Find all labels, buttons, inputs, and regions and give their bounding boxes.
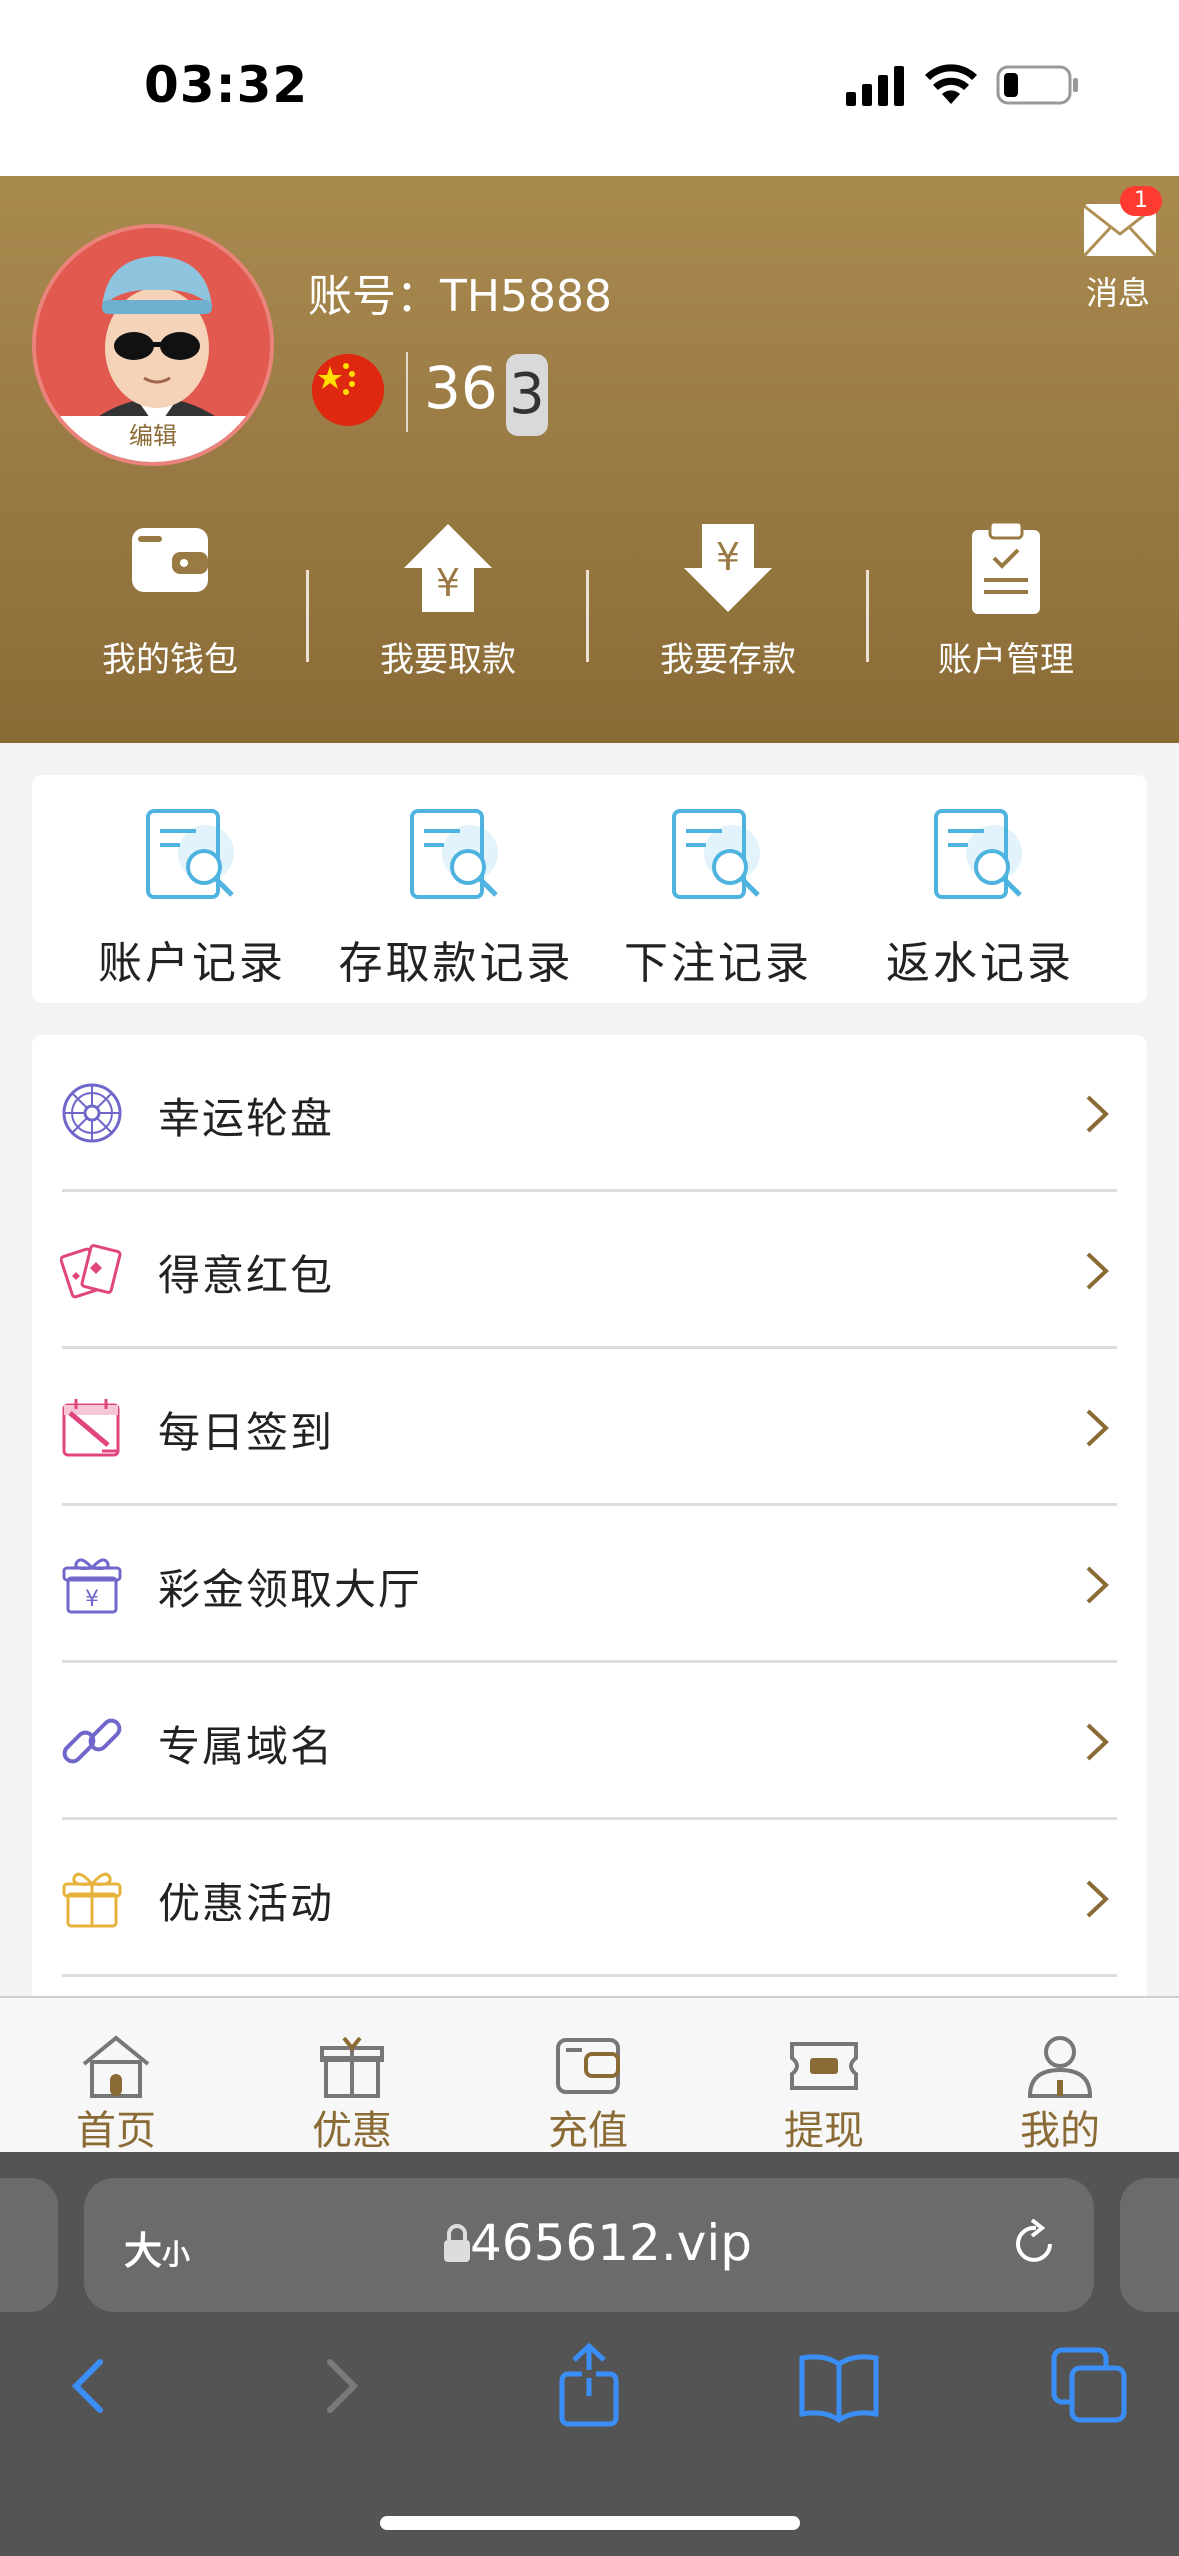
menu-item-promotions[interactable]: 优惠活动 — [32, 1820, 1147, 1977]
wallet-icon — [132, 528, 208, 592]
rebate-records-button[interactable]: 返水记录 — [850, 799, 1110, 989]
divider — [306, 570, 309, 662]
chevron-right-icon — [1086, 1252, 1109, 1290]
menu-item-label: 幸运轮盘 — [158, 1094, 335, 1143]
withdraw-label: 我要取款 — [380, 640, 516, 680]
divider — [62, 1974, 1117, 1977]
gift-icon — [320, 2036, 384, 2098]
deposit-label: 我要存款 — [660, 640, 796, 680]
avatar[interactable]: 编辑 — [32, 224, 274, 466]
menu-item-label: 每日签到 — [158, 1408, 335, 1457]
address-bar[interactable]: 大小 465612.vip — [84, 2178, 1094, 2312]
tab-home[interactable]: 首页 — [16, 1998, 216, 2154]
menu-item-bonus-hall[interactable]: ¥ 彩金领取大厅 — [32, 1506, 1147, 1663]
transfer-records-label: 存取款记录 — [338, 938, 574, 989]
document-search-icon — [410, 809, 498, 899]
bet-records-label: 下注记录 — [624, 938, 812, 989]
divider — [586, 570, 589, 662]
account-management-button[interactable]: 账户管理 — [906, 520, 1106, 680]
deposit-icon: ¥ — [684, 524, 772, 612]
withdraw-button[interactable]: ¥ 我要取款 — [348, 520, 548, 680]
tab-label: 提现 — [784, 2108, 864, 2154]
back-icon[interactable] — [42, 2340, 132, 2430]
clipboard-icon — [972, 520, 1040, 614]
account-records-label: 账户记录 — [98, 938, 286, 989]
home-indicator[interactable] — [380, 2516, 800, 2530]
transfer-records-button[interactable]: 存取款记录 — [326, 799, 586, 989]
red-envelope-icon — [60, 1244, 122, 1299]
messages-label[interactable]: 消息 — [1086, 268, 1150, 314]
rebate-records-label: 返水记录 — [886, 938, 1074, 989]
gift-icon — [62, 1872, 122, 1928]
bookmarks-icon[interactable] — [794, 2340, 884, 2430]
chevron-right-icon — [1086, 1723, 1109, 1761]
tab-withdraw[interactable]: 提现 — [724, 1998, 924, 2154]
tab-label: 我的 — [1020, 2108, 1100, 2154]
svg-text:¥: ¥ — [85, 1587, 99, 1612]
divider — [866, 570, 869, 662]
china-flag-icon — [312, 354, 384, 426]
tab-promotions[interactable]: 优惠 — [252, 1998, 452, 2154]
cash-icon — [790, 2042, 858, 2090]
document-search-icon — [146, 809, 234, 899]
deposit-button[interactable]: ¥ 我要存款 — [628, 520, 828, 680]
tab-label: 首页 — [76, 2108, 156, 2154]
bet-records-button[interactable]: 下注记录 — [588, 799, 848, 989]
withdraw-icon: ¥ — [404, 524, 492, 612]
tab-mine[interactable]: 我的 — [960, 1998, 1160, 2154]
tab-label: 优惠 — [312, 2108, 392, 2154]
svg-text:¥: ¥ — [716, 535, 740, 579]
previous-tab-preview[interactable] — [0, 2178, 58, 2312]
message-count-badge: 1 — [1120, 186, 1162, 216]
chevron-right-icon — [1086, 1095, 1109, 1133]
chevron-right-icon — [1086, 1409, 1109, 1447]
level-number: 36 — [424, 354, 498, 422]
menu-item-lucky-wheel[interactable]: 幸运轮盘 — [32, 1035, 1147, 1192]
wallet-icon — [556, 2038, 620, 2094]
svg-text:¥: ¥ — [436, 561, 460, 605]
wheel-icon — [62, 1083, 122, 1143]
divider — [406, 352, 408, 432]
account-records-button[interactable]: 账户记录 — [62, 799, 322, 989]
chevron-right-icon — [1086, 1566, 1109, 1604]
document-search-icon — [672, 809, 760, 899]
forward-icon[interactable] — [296, 2340, 386, 2430]
bottom-tab-bar: 首页 优惠 充值 提现 我的 — [0, 1996, 1179, 2154]
reload-icon[interactable] — [1006, 2216, 1062, 2272]
share-icon[interactable] — [544, 2340, 634, 2430]
gift-yuan-icon: ¥ — [62, 1558, 122, 1614]
menu-item-label: 得意红包 — [158, 1251, 335, 1300]
avatar-edit-label[interactable]: 编辑 — [36, 416, 270, 462]
user-icon — [1027, 2036, 1093, 2098]
menu-item-label: 彩金领取大厅 — [158, 1565, 423, 1614]
calendar-checkin-icon — [62, 1399, 120, 1457]
menu-item-red-envelope[interactable]: 得意红包 — [32, 1192, 1147, 1349]
document-search-icon — [934, 809, 1022, 899]
wallet-label: 我的钱包 — [102, 640, 238, 680]
status-bar: 03:32 — [0, 0, 1179, 176]
next-tab-preview[interactable] — [1120, 2178, 1179, 2312]
cellular-signal-icon — [846, 66, 904, 106]
menu-item-label: 优惠活动 — [158, 1879, 335, 1928]
chevron-right-icon — [1086, 1880, 1109, 1918]
records-card: 账户记录 存取款记录 下注记录 返水记录 — [32, 775, 1147, 1003]
feature-menu: 幸运轮盘 得意红包 每日签到 ¥ 彩金领取大厅 专属域名 优惠活动 — [32, 1035, 1147, 2035]
menu-item-exclusive-domain[interactable]: 专属域名 — [32, 1663, 1147, 1820]
battery-icon — [996, 65, 1078, 105]
profile-header: 编辑 账号：TH5888 36 3 1 消息 我的钱包 ¥ 我要取款 ¥ 我要存… — [0, 176, 1179, 743]
home-icon — [82, 2035, 150, 2098]
tab-label: 充值 — [548, 2108, 628, 2154]
level-badge: 3 — [506, 354, 548, 436]
menu-item-label: 专属域名 — [158, 1722, 335, 1771]
status-time: 03:32 — [144, 56, 309, 114]
account-id: 账号：TH5888 — [308, 271, 612, 322]
link-icon — [62, 1718, 122, 1764]
wifi-icon — [925, 64, 977, 104]
tabs-icon[interactable] — [1044, 2340, 1134, 2430]
menu-item-daily-checkin[interactable]: 每日签到 — [32, 1349, 1147, 1506]
url-text[interactable]: 465612.vip — [84, 2214, 1094, 2272]
tab-recharge[interactable]: 充值 — [488, 1998, 688, 2154]
wallet-button[interactable]: 我的钱包 — [70, 520, 270, 680]
account-management-label: 账户管理 — [938, 640, 1074, 680]
